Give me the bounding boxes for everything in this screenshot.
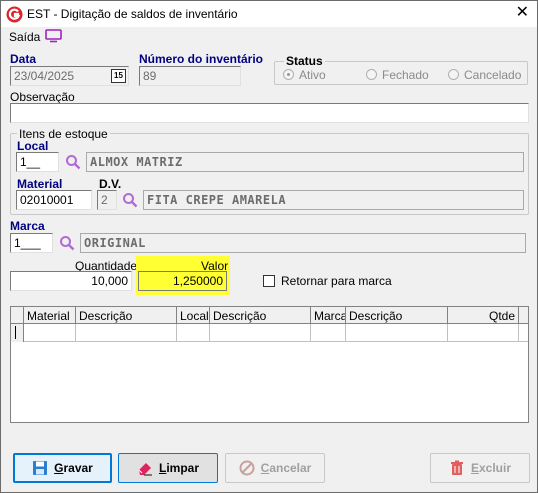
cancel-icon bbox=[239, 460, 255, 476]
excluir-label: Excluir bbox=[470, 461, 512, 475]
material-label: Material bbox=[17, 177, 63, 191]
marca-desc-value: ORIGINAL bbox=[84, 236, 146, 250]
grid-col-descricao-material[interactable]: Descrição bbox=[76, 307, 177, 324]
quantidade-value: 10,000 bbox=[91, 274, 128, 288]
cancelar-label: Cancelar bbox=[260, 461, 312, 475]
table-cell[interactable] bbox=[311, 324, 346, 342]
observacao-label: Observação bbox=[10, 90, 75, 104]
local-code-field[interactable]: 1__ bbox=[16, 152, 59, 172]
data-label: Data bbox=[10, 52, 37, 66]
monitor-icon[interactable] bbox=[45, 29, 62, 43]
marca-search-icon[interactable] bbox=[59, 235, 75, 251]
title-bar: EST - Digitação de saldos de inventário … bbox=[1, 1, 537, 27]
marca-desc-field: ORIGINAL bbox=[80, 233, 526, 253]
limpar-button[interactable]: Limpar bbox=[118, 453, 218, 483]
dv-field: 2 bbox=[97, 190, 117, 210]
window-title: EST - Digitação de saldos de inventário bbox=[27, 7, 238, 21]
retornar-marca-label: Retornar para marca bbox=[281, 274, 392, 288]
grid-col-descricao-marca[interactable]: Descrição bbox=[346, 307, 448, 324]
menu-saida[interactable]: Saída bbox=[9, 30, 40, 44]
table-cell[interactable] bbox=[448, 324, 519, 342]
table-cell[interactable] bbox=[210, 324, 311, 342]
excluir-button[interactable]: Excluir bbox=[430, 453, 530, 483]
row-indicator bbox=[11, 324, 24, 342]
marca-code-field[interactable]: 1___ bbox=[10, 233, 53, 253]
status-ativo-radio[interactable] bbox=[283, 69, 294, 80]
table-cell[interactable] bbox=[177, 324, 210, 342]
grid-col-qtde[interactable]: Qtde bbox=[448, 307, 519, 324]
material-code-value: 02010001 bbox=[20, 193, 74, 207]
status-ativo-label: Ativo bbox=[299, 68, 326, 82]
numero-inventario-label: Número do inventário bbox=[139, 52, 264, 66]
limpar-label: Limpar bbox=[158, 461, 200, 475]
main-window: EST - Digitação de saldos de inventário … bbox=[0, 0, 538, 493]
material-desc-value: FITA CREPE AMARELA bbox=[147, 193, 287, 207]
marca-code-value: 1___ bbox=[14, 236, 41, 250]
dv-value: 2 bbox=[101, 193, 108, 207]
status-cancelado-radio[interactable] bbox=[448, 69, 459, 80]
menu-bar: Saída bbox=[1, 27, 537, 47]
numero-inventario-value: 89 bbox=[143, 69, 157, 83]
local-label: Local bbox=[17, 139, 49, 153]
trash-icon bbox=[450, 460, 463, 475]
grid-col-indicator bbox=[11, 307, 24, 324]
data-value: 23/04/2025 bbox=[14, 69, 75, 83]
observacao-field[interactable] bbox=[10, 103, 529, 123]
itens-grid[interactable]: Material Descrição Local Descrição Marca… bbox=[10, 306, 529, 423]
table-cell[interactable] bbox=[76, 324, 177, 342]
save-icon bbox=[33, 461, 48, 475]
local-code-value: 1__ bbox=[20, 155, 41, 169]
retornar-marca-checkbox[interactable] bbox=[263, 275, 275, 287]
gravar-label: Gravar bbox=[54, 461, 93, 475]
gravar-button[interactable]: Gravar bbox=[13, 453, 112, 483]
table-cell[interactable] bbox=[346, 324, 448, 342]
grid-col-material[interactable]: Material bbox=[24, 307, 76, 324]
status-label: Status bbox=[284, 54, 325, 68]
table-cell[interactable] bbox=[24, 324, 76, 342]
calendar-icon[interactable]: 15 bbox=[111, 69, 126, 83]
cancelar-button[interactable]: Cancelar bbox=[225, 453, 325, 483]
grid-col-local[interactable]: Local bbox=[177, 307, 210, 324]
close-button[interactable]: ✕ bbox=[516, 4, 529, 22]
status-fechado-label: Fechado bbox=[382, 68, 429, 82]
grid-col-descricao-local[interactable]: Descrição bbox=[210, 307, 311, 324]
local-desc-value: ALMOX MATRIZ bbox=[90, 155, 183, 169]
table-row[interactable] bbox=[11, 324, 528, 342]
material-desc-field: FITA CREPE AMARELA bbox=[143, 190, 524, 210]
valor-value: 1,250000 bbox=[172, 274, 223, 288]
app-logo-icon bbox=[6, 6, 23, 23]
grid-header: Material Descrição Local Descrição Marca… bbox=[11, 307, 528, 324]
dv-label: D.V. bbox=[99, 177, 122, 191]
grid-col-marca[interactable]: Marca bbox=[311, 307, 346, 324]
local-desc-field: ALMOX MATRIZ bbox=[86, 152, 524, 172]
local-search-icon[interactable] bbox=[65, 154, 81, 170]
marca-label: Marca bbox=[10, 219, 45, 233]
quantidade-field[interactable]: 10,000 bbox=[10, 271, 132, 291]
eraser-icon bbox=[138, 463, 152, 476]
status-fechado-radio[interactable] bbox=[366, 69, 377, 80]
numero-inventario-field[interactable]: 89 bbox=[139, 66, 241, 86]
valor-field[interactable]: 1,250000 bbox=[138, 271, 227, 291]
material-search-icon[interactable] bbox=[122, 192, 138, 208]
material-code-field[interactable]: 02010001 bbox=[16, 190, 92, 210]
status-cancelado-label: Cancelado bbox=[464, 68, 522, 82]
